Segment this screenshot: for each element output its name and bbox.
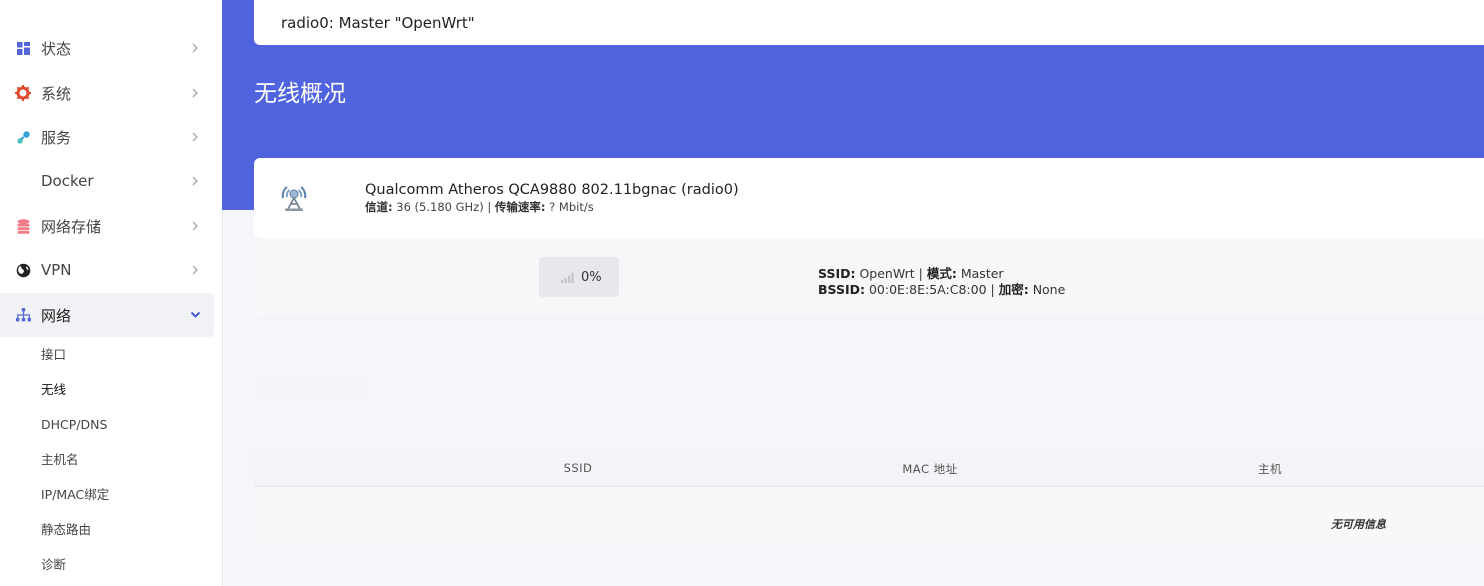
radio-device-card: Qualcomm Atheros QCA9880 802.11bgnac (ra…: [254, 158, 1484, 239]
network-tree-icon: [15, 307, 31, 323]
sidebar-item-nas[interactable]: 网络存储: [0, 204, 214, 248]
column-header-ssid: SSID: [563, 461, 593, 475]
table-header: SSID MAC 地址 主机: [254, 450, 1484, 487]
encryption-label: 加密:: [998, 282, 1029, 297]
empty-table-note: 无可用信息: [1331, 518, 1386, 531]
encryption-value: None: [1032, 282, 1066, 297]
sidebar-item-label: 状态: [41, 39, 72, 58]
sidebar-item-vpn[interactable]: VPN: [0, 248, 214, 292]
sidebar-subitem-dhcp-dns[interactable]: DHCP/DNS: [41, 415, 107, 435]
column-header-mac: MAC 地址: [902, 462, 958, 476]
sidebar-subitem-diagnostics[interactable]: 诊断: [41, 555, 66, 575]
stations-table: SSID MAC 地址 主机 无可用信息: [254, 450, 1484, 544]
section-title-stations: 已连接站点: [254, 376, 365, 401]
sidebar-item-system[interactable]: 系统: [0, 71, 214, 115]
sidebar-item-label: Docker: [41, 172, 94, 190]
globe-icon: [15, 262, 31, 278]
page-title: 无线概况: [254, 81, 346, 107]
signal-badge: 0%: [539, 257, 619, 297]
signal-value: 0%: [581, 269, 602, 285]
sidebar-item-label: 网络存储: [41, 217, 102, 236]
sidebar-item-label: 网络: [41, 306, 72, 325]
sidebar-item-status[interactable]: 状态: [0, 26, 214, 70]
channel-label: 信道:: [365, 200, 393, 214]
channel-value: 36 (5.180 GHz): [396, 200, 484, 214]
breadcrumb-bar: radio0: Master "OpenWrt": [254, 0, 1484, 45]
breadcrumb-text: radio0: Master "OpenWrt": [281, 13, 475, 32]
database-icon: [15, 218, 31, 234]
sidebar-subitem-wireless[interactable]: 无线: [41, 380, 66, 400]
sidebar-item-label: VPN: [41, 261, 72, 279]
chevron-down-icon: [188, 308, 202, 322]
bssid-encryption-line: BSSID: 00:0E:8E:5A:C8:00 | 加密: None: [818, 282, 1066, 297]
rate-label: 传输速率:: [494, 200, 546, 214]
sidebar-subitem-interfaces[interactable]: 接口: [41, 345, 66, 365]
table-row: 无可用信息: [254, 487, 1484, 544]
rate-value: ? Mbit/s: [549, 200, 594, 214]
wireless-network-row: 0% SSID: OpenWrt | 模式: Master BSSID: 00:…: [254, 238, 1484, 318]
bssid-label: BSSID:: [818, 282, 865, 297]
sidebar-item-services[interactable]: 服务: [0, 115, 214, 159]
sidebar-item-label: 服务: [41, 128, 72, 147]
sidebar-item-network[interactable]: 网络: [0, 293, 214, 337]
chevron-right-icon: [188, 174, 202, 188]
sidebar-subitem-static-routes[interactable]: 静态路由: [41, 520, 91, 540]
signal-strength-icon: [560, 270, 576, 284]
dashboard-icon: [15, 40, 31, 56]
chevron-right-icon: [188, 219, 202, 233]
wifi-antenna-icon: [278, 180, 310, 212]
sidebar: 状态 系统 服务 Docker 网络存储 VPN 网络 接口 无线 DHCP/D…: [0, 0, 222, 586]
radio-meta: 信道: 36 (5.180 GHz) | 传输速率: ? Mbit/s: [365, 200, 594, 214]
column-header-host: 主机: [1258, 462, 1282, 476]
services-icon: [15, 129, 31, 145]
chevron-right-icon: [188, 86, 202, 100]
sidebar-item-docker[interactable]: Docker: [0, 159, 214, 203]
bssid-value: 00:0E:8E:5A:C8:00: [868, 282, 987, 297]
radio-name: Qualcomm Atheros QCA9880 802.11bgnac (ra…: [365, 182, 739, 198]
chevron-right-icon: [188, 263, 202, 277]
sidebar-subitem-ip-mac-binding[interactable]: IP/MAC绑定: [41, 485, 109, 505]
sidebar-subitem-hostnames[interactable]: 主机名: [41, 450, 79, 470]
gear-icon: [15, 85, 31, 101]
sidebar-item-label: 系统: [41, 84, 72, 103]
chevron-right-icon: [188, 41, 202, 55]
docker-icon: [15, 173, 31, 189]
chevron-right-icon: [188, 130, 202, 144]
